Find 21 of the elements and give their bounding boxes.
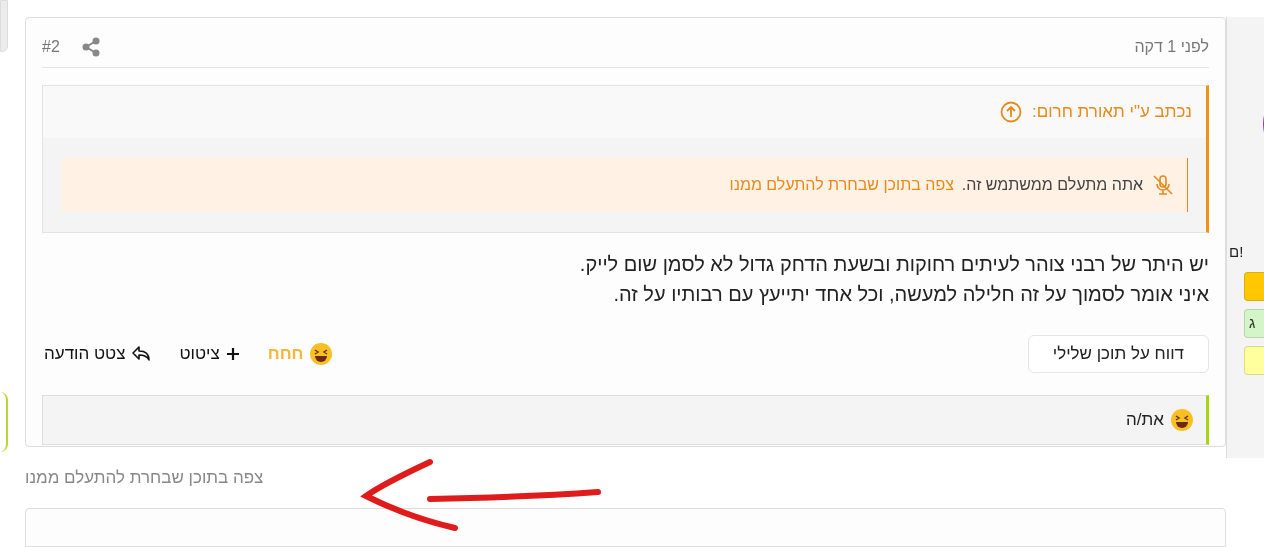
reply-action[interactable]: צטט הודעה: [44, 341, 152, 367]
reply-icon: [131, 345, 152, 363]
post-text-line: איני אומר לסמוך על זה חלילה למעשה, וכל אחד יתייעץ עם רבותיו על זה.: [612, 282, 1209, 307]
quote-action[interactable]: ציטוט: [179, 341, 240, 367]
reaction-users[interactable]: את/ה: [1126, 407, 1164, 433]
post-number[interactable]: #2: [42, 34, 60, 59]
quote-author: נכתב ע"י תאורת חרום:: [1031, 101, 1192, 124]
laughing-emoji-icon: [1170, 408, 1194, 432]
muted-microphone-icon: [1151, 173, 1175, 197]
ignored-notice-text: אתה מתעלם ממשתמש זה.: [961, 175, 1143, 195]
laughing-emoji-icon: [309, 342, 334, 366]
report-button[interactable]: דווח על תוכן שלילי: [1027, 335, 1209, 373]
author-title: ם!: [1228, 242, 1245, 262]
panel-edge: [0, 0, 8, 52]
show-ignored-link[interactable]: צפה בתוכן שבחרת להתעלם ממנו: [25, 464, 264, 491]
post-text-line: יש היתר של רבני צוהר לעיתים רחוקות ובשעת הדחק גדול לא לסמן שום לייק.: [578, 252, 1209, 277]
plus-icon: [225, 347, 240, 361]
share-icon[interactable]: [81, 36, 100, 57]
post-time: לפני 1 דקה: [1134, 36, 1209, 57]
user-badge: ג: [1244, 308, 1264, 338]
arrow-up-circle-icon[interactable]: [999, 101, 1022, 123]
